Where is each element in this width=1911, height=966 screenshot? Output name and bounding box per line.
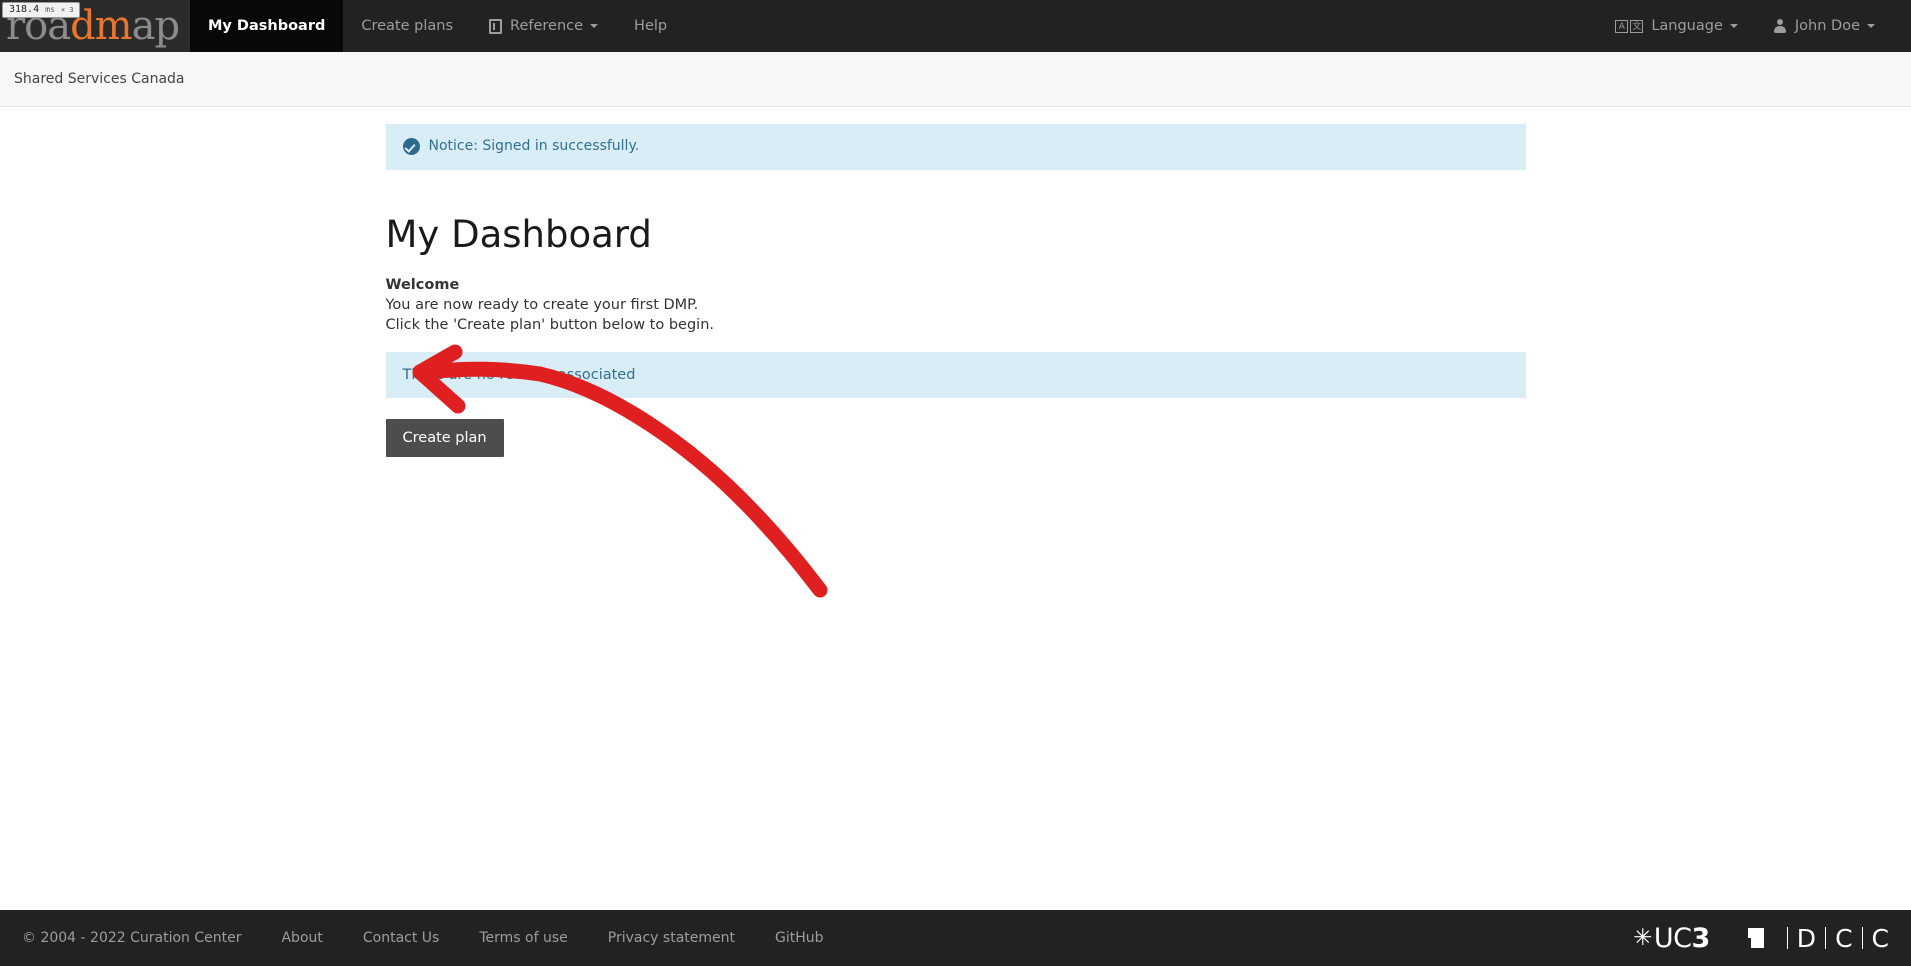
footer-link-privacy-statement[interactable]: Privacy statement <box>608 930 735 946</box>
no-records-panel: There are no records associated <box>385 352 1526 399</box>
footer-logos: ✳ UC 3 D C C <box>1633 923 1889 954</box>
nav-item-reference-label: Reference <box>510 18 584 34</box>
uc3-logo-three: 3 <box>1691 922 1711 954</box>
perf-timing-badge: 318.4 ms × 3 <box>2 2 81 18</box>
dcc-logo-c1: C <box>1835 923 1853 953</box>
top-navbar: roadmap My Dashboard Create plans Refere… <box>0 0 1911 52</box>
nav-item-user-menu[interactable]: John Doe <box>1756 0 1893 52</box>
dcc-separator <box>1861 927 1863 949</box>
dcc-separator <box>1825 927 1827 949</box>
welcome-line-2: Click the 'Create plan' button below to … <box>385 317 715 334</box>
nav-item-help[interactable]: Help <box>616 0 685 52</box>
user-icon <box>1774 18 1787 34</box>
uc3-logo-uc: UC <box>1653 922 1692 954</box>
page-footer: © 2004 - 2022 Curation Center About Cont… <box>0 910 1911 966</box>
dcc-logo-d: D <box>1796 923 1817 953</box>
nav-item-reference[interactable]: Reference <box>471 0 616 52</box>
chevron-down-icon <box>1729 24 1738 28</box>
translate-icon-glyph-a: A <box>1615 19 1629 33</box>
chevron-down-icon <box>1867 24 1875 28</box>
organization-name: Shared Services Canada <box>14 71 185 87</box>
dcc-separator <box>1786 927 1788 949</box>
footer-links: © 2004 - 2022 Curation Center About Cont… <box>22 930 824 946</box>
main-content: Notice: Signed in successfully. My Dashb… <box>0 107 1911 458</box>
dcc-logo-c2: C <box>1871 923 1889 953</box>
page-title: My Dashboard <box>385 212 652 256</box>
perf-time-value: 318.4 <box>9 4 40 15</box>
translate-icon: A文 <box>1615 19 1644 33</box>
nav-item-user-label: John Doe <box>1794 18 1860 34</box>
footer-link-contact-us[interactable]: Contact Us <box>363 930 439 946</box>
footer-link-github[interactable]: GitHub <box>775 930 824 946</box>
nav-item-my-dashboard[interactable]: My Dashboard <box>190 0 344 52</box>
brand-part-3: ap <box>131 3 180 49</box>
translate-icon-glyph-cjk: 文 <box>1630 19 1644 33</box>
organization-subheader: Shared Services Canada <box>0 52 1911 107</box>
dcc-logo[interactable]: D C C <box>1747 923 1889 953</box>
perf-time-unit: ms <box>45 5 55 14</box>
uc3-logo[interactable]: ✳ UC 3 <box>1633 923 1710 954</box>
nav-item-my-dashboard-label: My Dashboard <box>208 18 326 34</box>
welcome-line-1: You are now ready to create your first D… <box>385 297 699 314</box>
chevron-down-icon <box>590 24 599 28</box>
nav-item-create-plans-label: Create plans <box>361 18 454 34</box>
footer-link-terms-of-use[interactable]: Terms of use <box>479 930 567 946</box>
footer-copyright: © 2004 - 2022 Curation Center <box>22 930 242 946</box>
nav-item-language-label: Language <box>1651 18 1723 34</box>
notice-alert-text: Notice: Signed in successfully. <box>428 138 640 154</box>
nav-item-create-plans[interactable]: Create plans <box>343 0 471 52</box>
no-records-text: There are no records associated <box>402 367 636 384</box>
book-icon <box>489 18 503 34</box>
starburst-icon: ✳ <box>1633 924 1652 951</box>
create-plan-button[interactable]: Create plan <box>385 419 504 458</box>
nav-item-language[interactable]: A文 Language <box>1597 0 1756 52</box>
welcome-heading: Welcome <box>385 277 460 294</box>
footer-link-about[interactable]: About <box>281 930 322 946</box>
content-container: Notice: Signed in successfully. My Dashb… <box>385 124 1526 458</box>
perf-multiplier: × 3 <box>60 6 74 14</box>
navbar-right-group: A文 Language John Doe <box>1597 0 1911 52</box>
nav-item-help-label: Help <box>634 18 668 34</box>
check-circle-icon <box>402 138 420 156</box>
notice-alert: Notice: Signed in successfully. <box>385 124 1526 170</box>
navbar-items: My Dashboard Create plans Reference Help… <box>190 0 1911 52</box>
stacked-squares-icon <box>1747 927 1769 949</box>
